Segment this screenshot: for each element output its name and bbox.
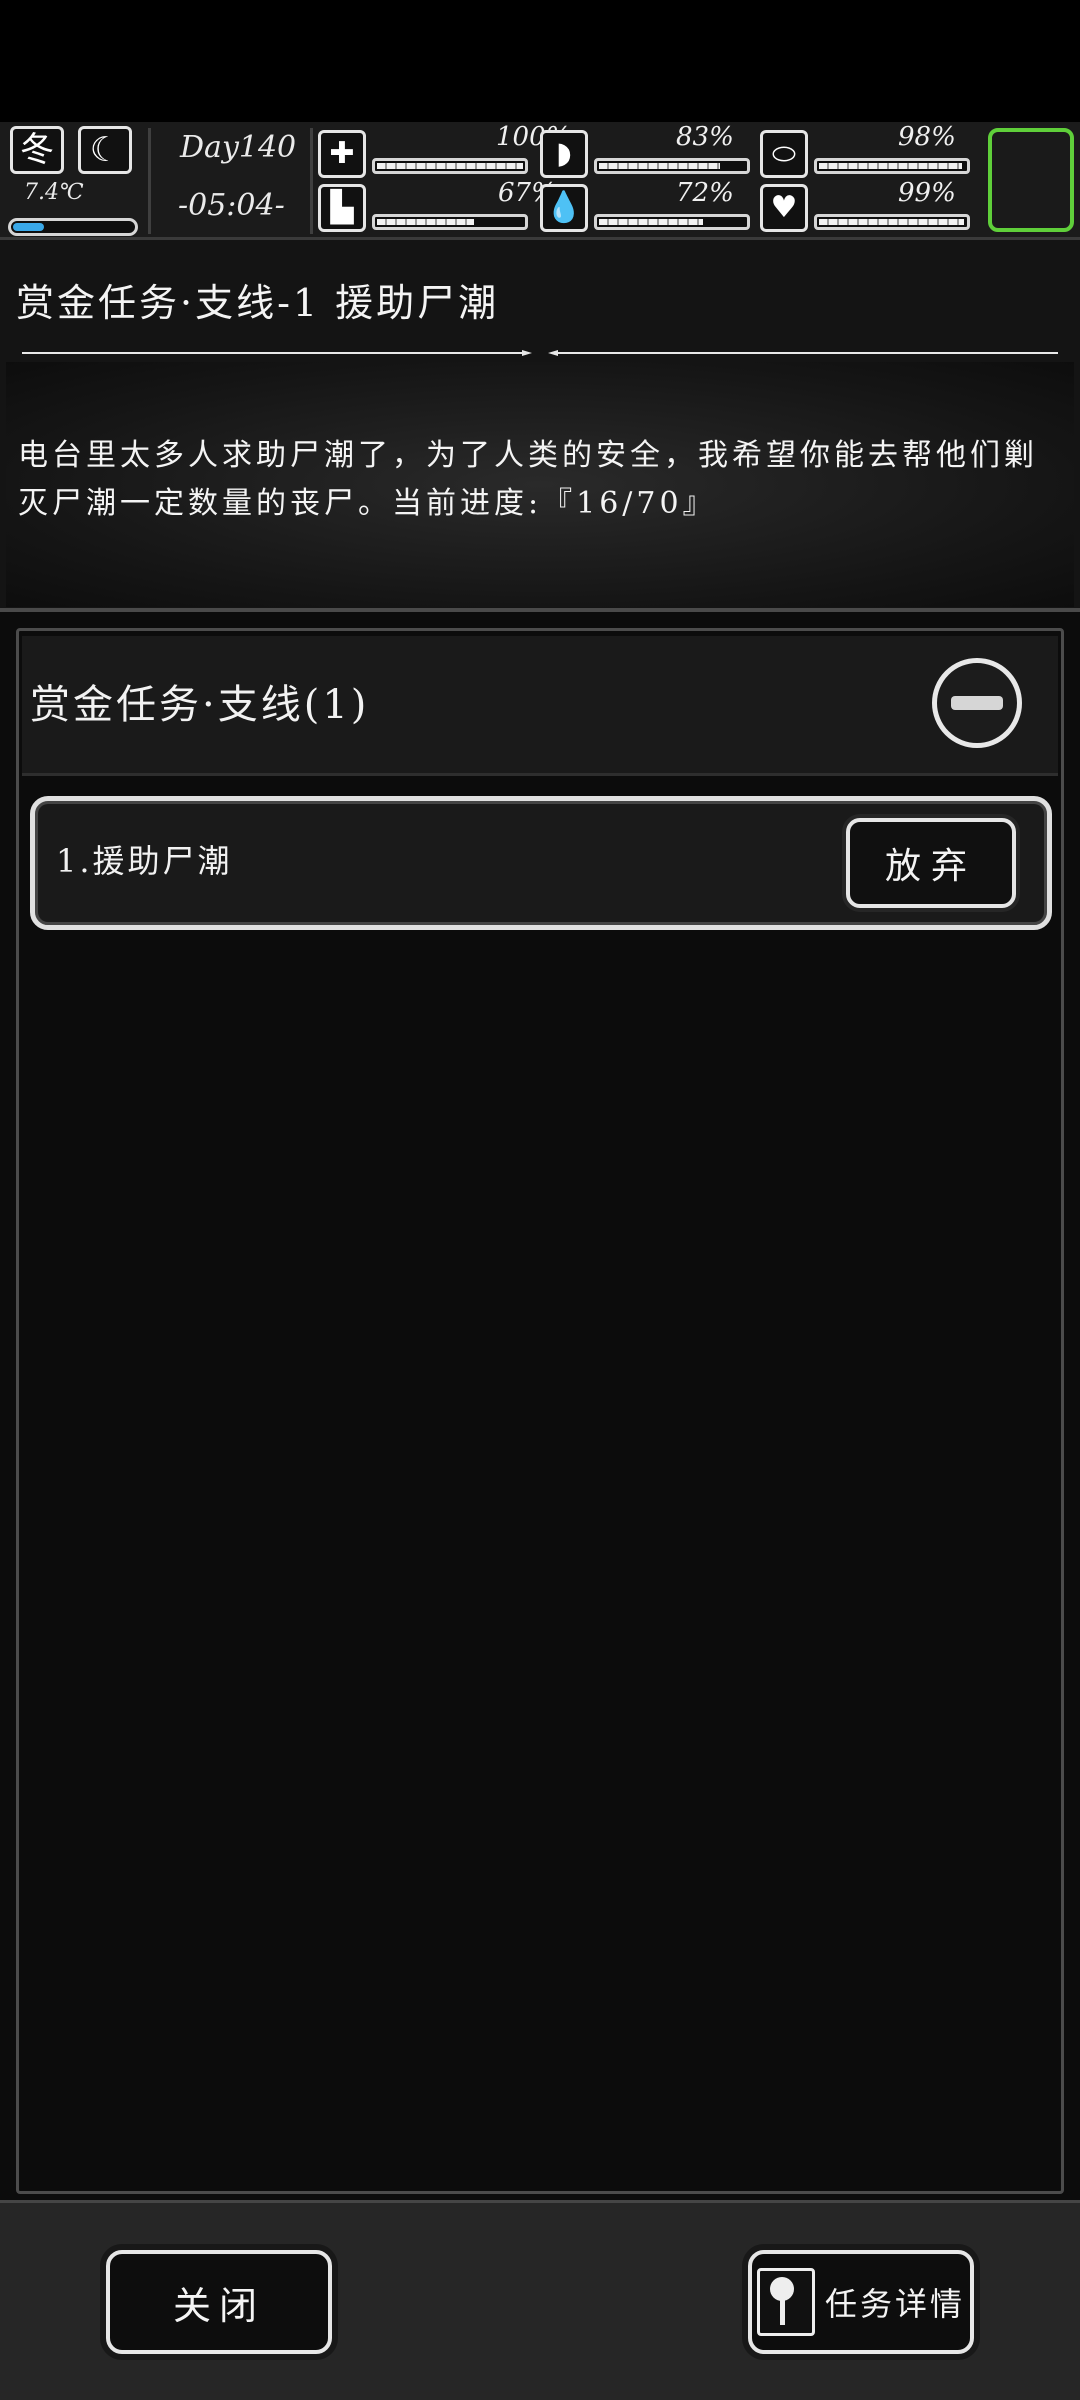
quest-title: 赏金任务·支线-1 援助尸潮	[16, 281, 500, 325]
water-drop-icon: 💧	[540, 184, 588, 232]
minus-icon	[951, 696, 1003, 710]
day-label: Day140	[180, 130, 297, 165]
health-bar	[372, 158, 528, 174]
hunger-bar	[594, 158, 750, 174]
abandon-button[interactable]: 放弃	[846, 818, 1016, 908]
task-label: 1.援助尸潮	[56, 842, 233, 880]
hud-divider	[310, 128, 313, 234]
quest-details-label: 任务详情	[824, 2285, 965, 2323]
time-label: -05:04-	[178, 188, 285, 223]
collapse-button[interactable]	[932, 658, 1022, 748]
mood-bar	[814, 214, 970, 230]
thirst-bar-fill	[599, 219, 703, 225]
medicine-bar	[814, 158, 970, 174]
temperature-bar	[8, 218, 138, 236]
health-bar-fill	[377, 163, 523, 169]
hud-divider	[148, 128, 151, 234]
medicine-bar-fill	[819, 163, 962, 169]
pill-icon: ⬭	[760, 130, 808, 178]
close-button[interactable]: 关闭	[106, 2250, 332, 2354]
season-badge: 冬	[10, 126, 64, 174]
system-status-bar	[0, 0, 1080, 122]
stamina-bar	[372, 214, 528, 230]
hunger-value: 83%	[676, 122, 734, 152]
stamina-bar-fill	[377, 219, 474, 225]
equipment-slot[interactable]	[988, 128, 1074, 232]
medicine-value: 98%	[898, 122, 956, 152]
title-divider	[22, 350, 1058, 356]
close-label: 关闭	[172, 2283, 265, 2328]
stomach-icon: ◗	[540, 130, 588, 178]
temperature-label: 7.4℃	[24, 180, 84, 205]
hud-bar: 冬 ☾ 7.4℃ Day140 -05:04- ✚ 100% ◗ 83% ⬭ 9…	[0, 122, 1080, 240]
magnifier-icon	[756, 2268, 815, 2336]
hunger-bar-fill	[599, 163, 720, 169]
medkit-icon: ✚	[318, 130, 366, 178]
heart-icon: ♥	[760, 184, 808, 232]
mood-bar-fill	[819, 219, 964, 225]
thirst-bar	[594, 214, 750, 230]
moon-icon: ☾	[78, 126, 132, 174]
season-label: 冬	[20, 130, 54, 170]
thirst-value: 72%	[676, 178, 734, 208]
quest-details-button[interactable]: 任务详情	[748, 2250, 974, 2354]
quest-category-label: 赏金任务·支线(1)	[30, 682, 370, 728]
mood-value: 99%	[898, 178, 956, 208]
quest-description: 电台里太多人求助尸潮了，为了人类的安全，我希望你能去帮他们剿灭尸潮一定数量的丧尸…	[18, 438, 1038, 521]
boot-icon: ▙	[318, 184, 366, 232]
temperature-bar-fill	[13, 223, 44, 231]
